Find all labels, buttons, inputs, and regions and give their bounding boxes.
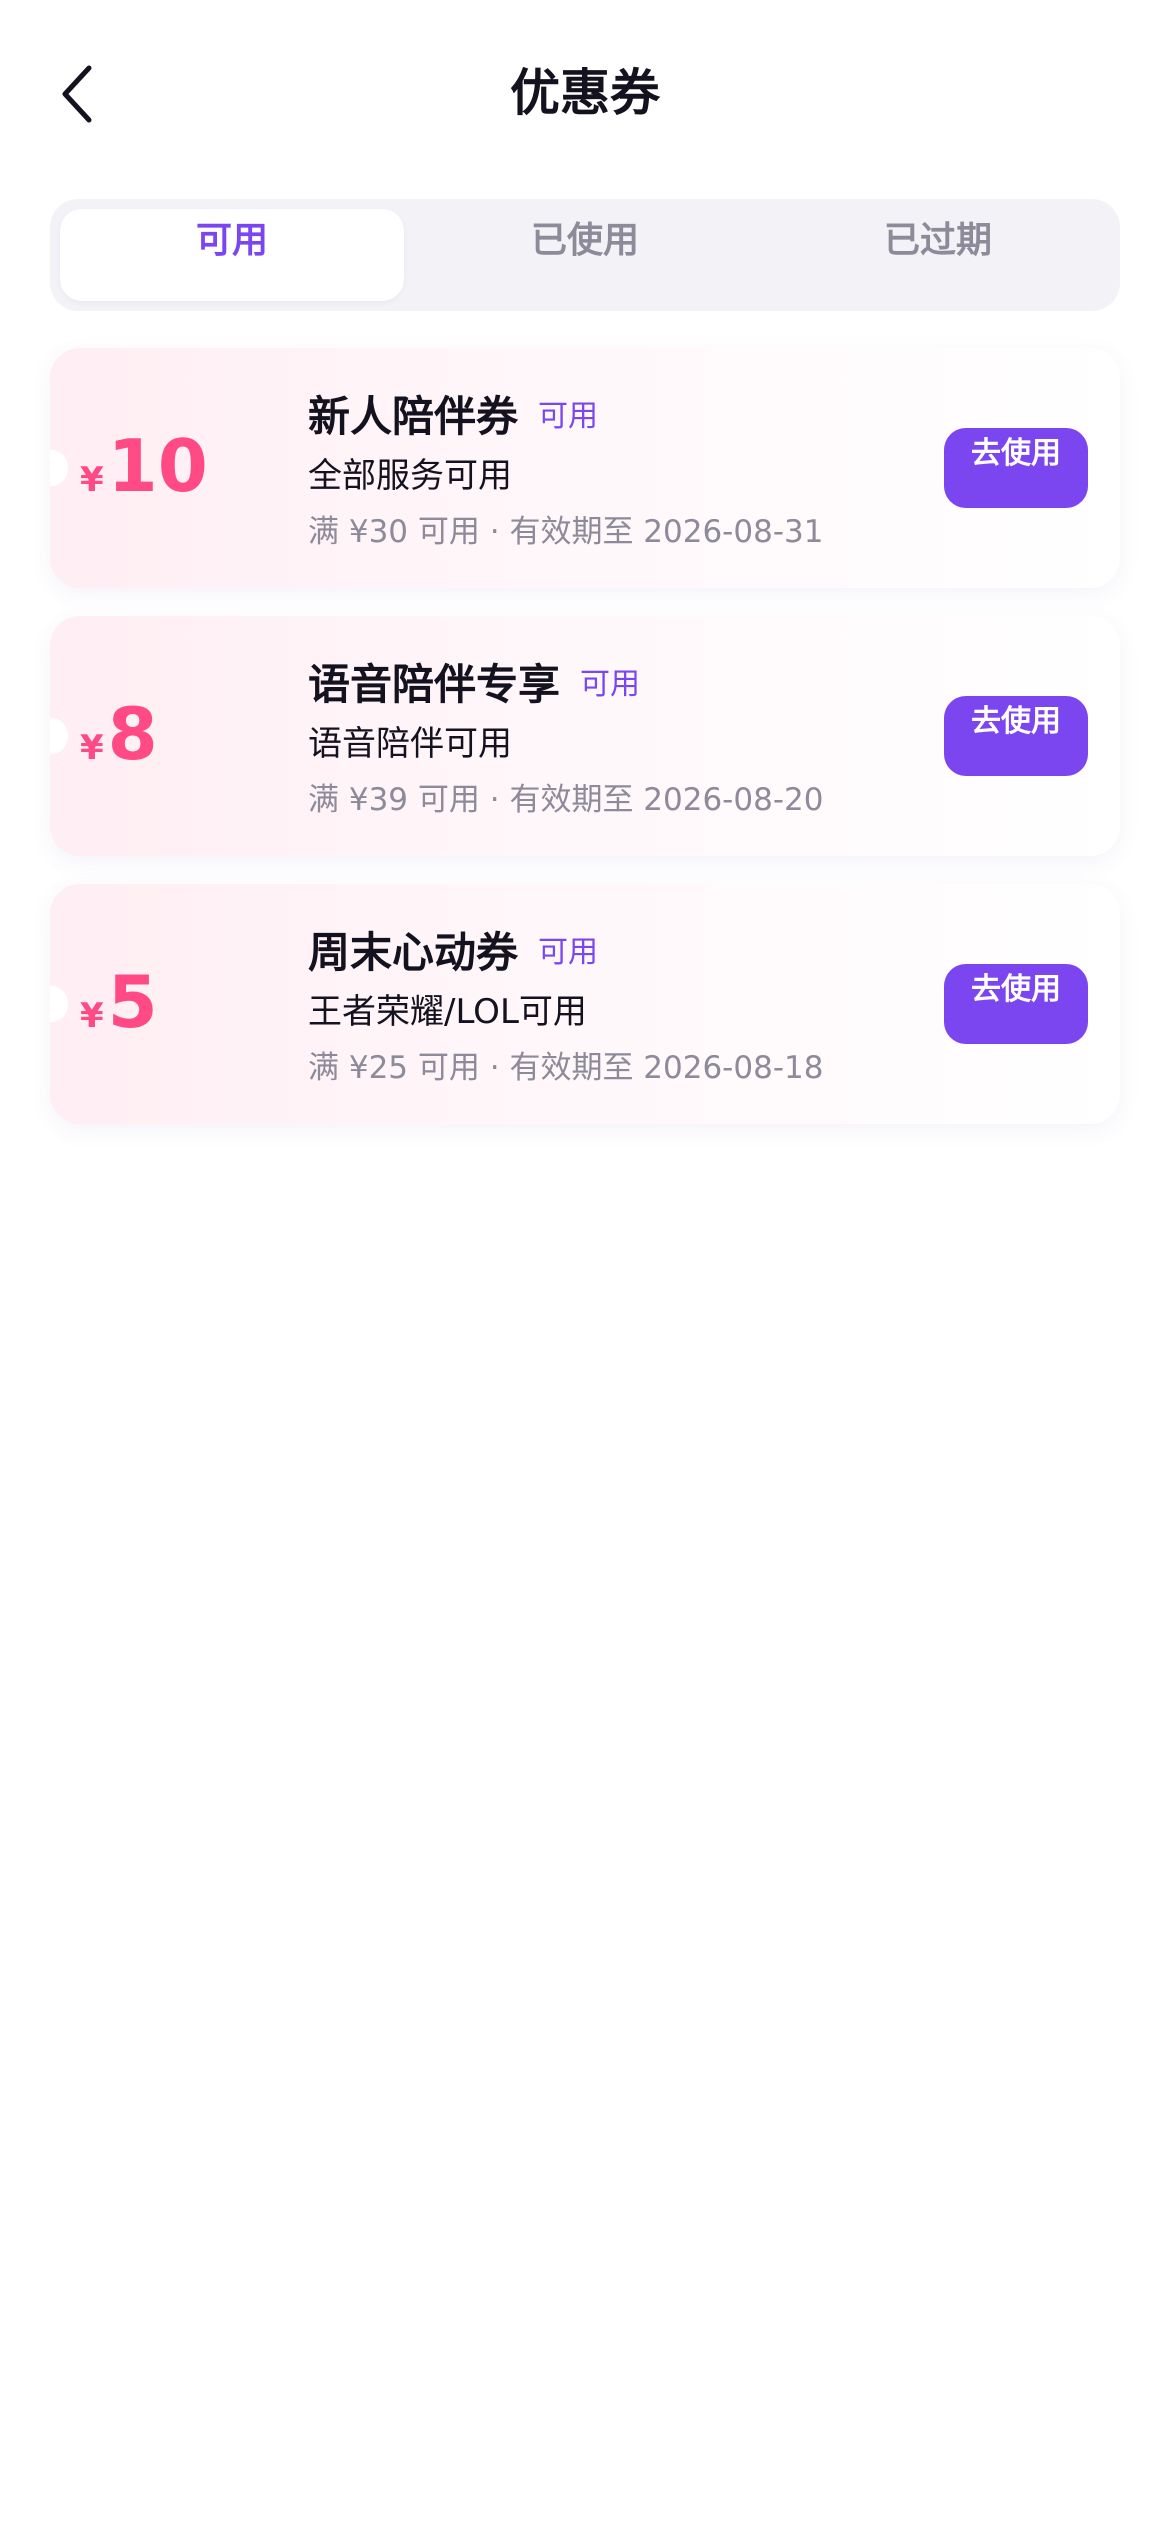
coupon-info: 语音陪伴专享 可用 语音陪伴可用 满 ¥39 可用 · 有效期至 2026-08… [308,650,868,822]
coupon-scope: 王者荣耀/LOL可用 [308,992,587,1032]
coupon-terms: 满 ¥25 可用 · 有效期至 2026-08-18 [308,1050,824,1086]
coupon-title-row: 新人陪伴券 可用 [308,382,868,444]
tab-used[interactable]: 已使用 [413,209,757,301]
coupon-scope: 全部服务可用 [308,456,512,496]
page-title: 优惠券 [510,64,660,122]
coupon-terms: 满 ¥39 可用 · 有效期至 2026-08-20 [308,782,824,818]
coupon-status-badge: 可用 [538,399,599,434]
currency-symbol: ¥ [80,728,104,768]
coupon-terms: 满 ¥30 可用 · 有效期至 2026-08-31 [308,514,824,550]
amount-value: 8 [107,692,158,776]
amount-value: 5 [107,960,158,1044]
nav-bar: 优惠券 [0,0,1170,190]
coupons-page: 优惠券 可用 已使用 已过期 ¥10 新人陪伴券 可用 全部服务可用 满 ¥30… [0,0,1170,2532]
coupon-notch [50,718,68,754]
coupon-notch [50,450,68,486]
coupon-notch [50,986,68,1022]
coupon-card: ¥5 周末心动券 可用 王者荣耀/LOL可用 满 ¥25 可用 · 有效期至 2… [50,884,1120,1124]
coupon-title-row: 语音陪伴专享 可用 [308,650,868,712]
coupon-title: 周末心动券 [308,927,519,977]
coupon-info: 周末心动券 可用 王者荣耀/LOL可用 满 ¥25 可用 · 有效期至 2026… [308,918,868,1090]
coupon-status-badge: 可用 [580,667,641,702]
use-coupon-button[interactable]: 去使用 [944,428,1088,508]
tab-expired[interactable]: 已过期 [766,209,1110,301]
currency-symbol: ¥ [80,996,104,1036]
amount-value: 10 [107,424,208,508]
coupon-card: ¥10 新人陪伴券 可用 全部服务可用 满 ¥30 可用 · 有效期至 2026… [50,348,1120,588]
tab-available[interactable]: 可用 [60,209,404,301]
coupon-amount: ¥10 [80,426,208,506]
currency-symbol: ¥ [80,460,104,500]
coupon-title-row: 周末心动券 可用 [308,918,868,980]
use-coupon-button[interactable]: 去使用 [944,964,1088,1044]
coupon-title: 语音陪伴专享 [308,659,561,709]
coupon-status-tabs: 可用 已使用 已过期 [50,199,1120,311]
coupon-card: ¥8 语音陪伴专享 可用 语音陪伴可用 满 ¥39 可用 · 有效期至 2026… [50,616,1120,856]
coupon-status-badge: 可用 [538,935,599,970]
use-coupon-button[interactable]: 去使用 [944,696,1088,776]
coupon-amount: ¥5 [80,962,158,1042]
coupon-title: 新人陪伴券 [308,391,519,441]
coupon-amount: ¥8 [80,694,158,774]
coupon-info: 新人陪伴券 可用 全部服务可用 满 ¥30 可用 · 有效期至 2026-08-… [308,382,868,554]
coupon-scope: 语音陪伴可用 [308,724,512,764]
